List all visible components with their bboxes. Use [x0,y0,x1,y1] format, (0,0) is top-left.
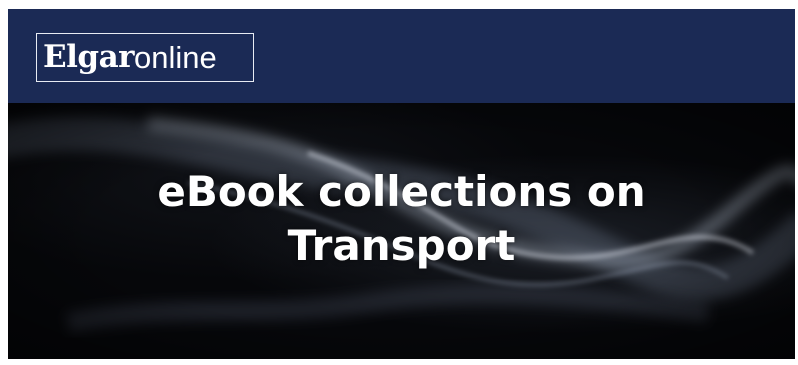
headline-line-2: Transport [287,221,516,270]
elgaronline-logo[interactable]: Elgar online [36,33,254,82]
headline-line-1: eBook collections on [157,167,646,216]
hero-headline: eBook collections on Transport [8,165,795,273]
hero-banner: eBook collections on Transport [8,103,795,359]
promo-frame: Elgar online eBook collections on Transp… [8,9,795,359]
logo-bold-text: Elgar [43,39,135,75]
logo-light-text: online [134,40,217,75]
header-bar: Elgar online [8,9,795,103]
